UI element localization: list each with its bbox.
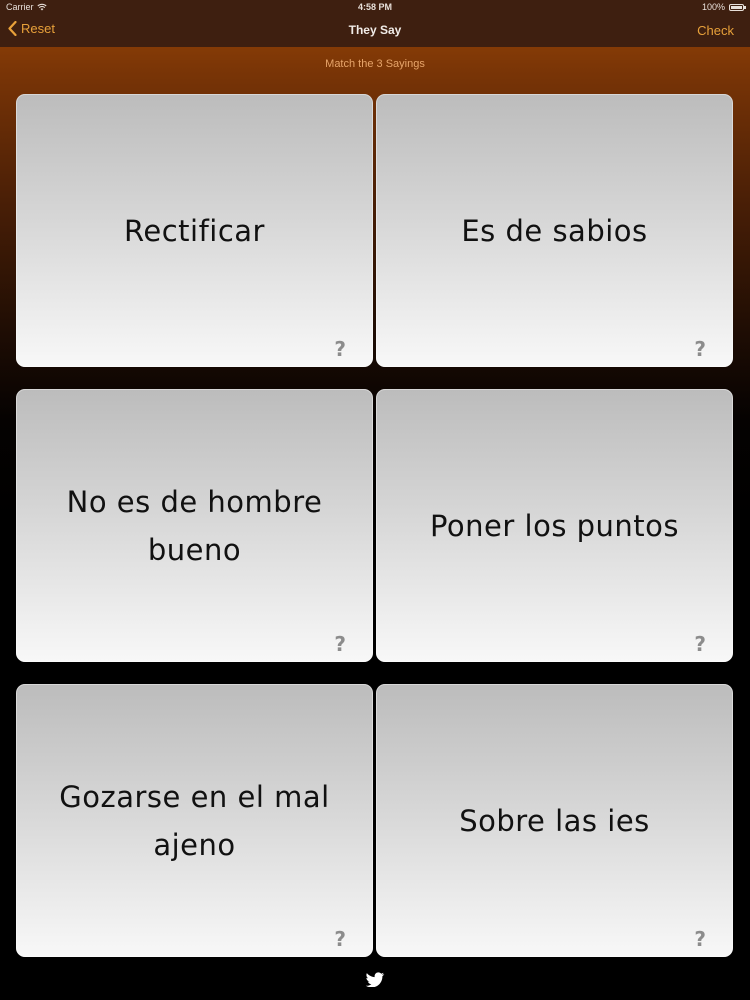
saying-card[interactable]: Es de sabios ? (376, 94, 733, 367)
saying-card[interactable]: Sobre las ies ? (376, 684, 733, 957)
page-title: They Say (348, 23, 402, 37)
question-mark-icon[interactable]: ? (334, 632, 346, 656)
saying-card[interactable]: Poner los puntos ? (376, 389, 733, 662)
card-text: Sobre las ies (459, 803, 650, 838)
battery-icon (729, 3, 746, 11)
card-text: Gozarse en el mal ajeno (59, 779, 330, 862)
nav-bar: Reset They Say Check (0, 15, 750, 47)
battery-group: 100% (701, 2, 746, 12)
question-mark-icon[interactable]: ? (694, 337, 706, 361)
question-mark-icon[interactable]: ? (694, 927, 706, 951)
saying-card[interactable]: Gozarse en el mal ajeno ? (16, 684, 373, 957)
instruction-subtitle: Match the 3 Sayings (325, 58, 425, 70)
check-button[interactable]: Check (697, 23, 734, 38)
saying-card[interactable]: Rectificar ? (16, 94, 373, 367)
saying-card[interactable]: No es de hombre bueno ? (16, 389, 373, 662)
card-text: No es de hombre bueno (66, 484, 323, 567)
question-mark-icon[interactable]: ? (334, 927, 346, 951)
status-bar: Carrier 4:58 PM 100% (0, 0, 750, 15)
battery-percent: 100% (701, 2, 725, 12)
card-text: Es de sabios (461, 213, 648, 248)
card-text: Rectificar (124, 213, 265, 248)
question-mark-icon[interactable]: ? (694, 632, 706, 656)
card-text: Poner los puntos (429, 508, 680, 543)
status-time: 4:58 PM (357, 2, 392, 12)
question-mark-icon[interactable]: ? (334, 337, 346, 361)
bird-icon[interactable] (365, 971, 385, 987)
